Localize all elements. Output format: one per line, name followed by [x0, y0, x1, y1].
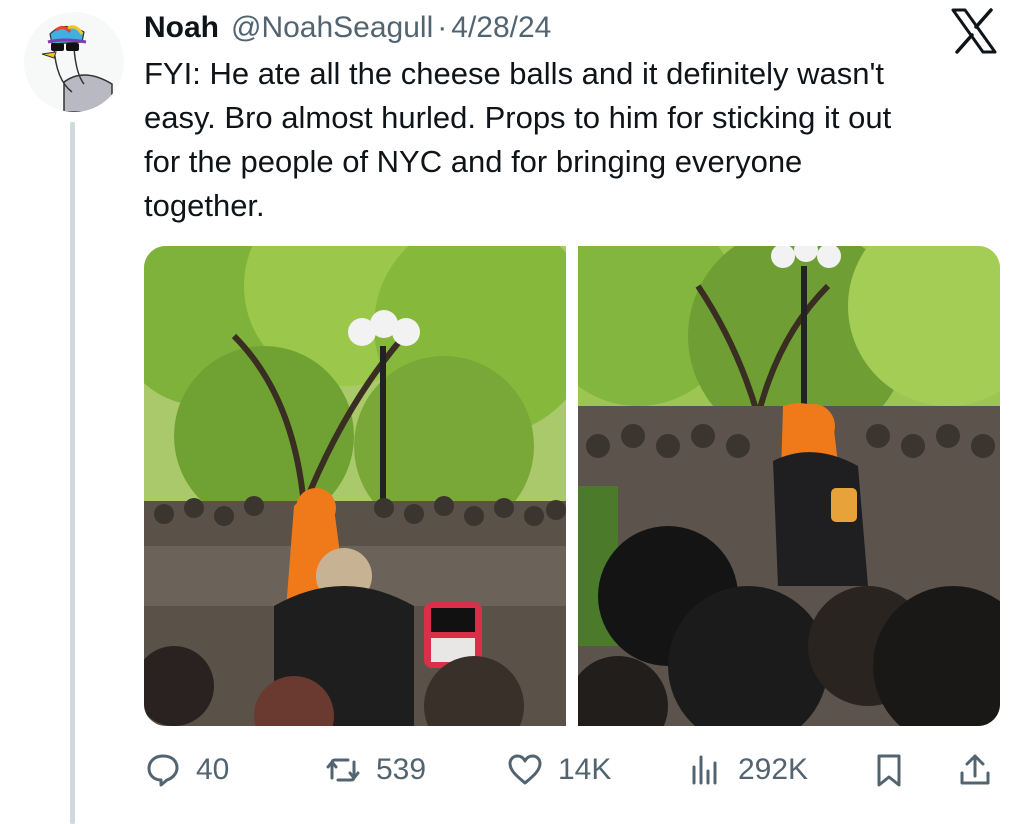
reply-button[interactable]: 40: [144, 748, 229, 792]
like-button[interactable]: 14K: [506, 748, 611, 792]
heart-icon: [508, 754, 542, 785]
bookmark-icon: [877, 754, 901, 787]
tweet-text-line: for the people of NYC and for bringing e…: [144, 144, 803, 179]
separator-dot: ·: [437, 11, 448, 44]
tweet-text-line: FYI: He ate all the cheese balls and it …: [144, 56, 884, 91]
avatar[interactable]: [24, 12, 124, 112]
media-grid: [144, 246, 1000, 726]
bookmark-button[interactable]: [870, 748, 908, 792]
tweet-date[interactable]: 4/28/24: [451, 11, 551, 45]
seagull-avatar-icon: [24, 12, 124, 112]
author-handle[interactable]: @NoahSeagull: [231, 11, 433, 45]
tweet-text-line: easy. Bro almost hurled. Props to him fo…: [144, 100, 892, 135]
thread-line: [70, 122, 75, 824]
photo-1[interactable]: [144, 246, 566, 726]
share-button[interactable]: [956, 748, 994, 792]
reply-icon: [147, 754, 179, 787]
action-bar: 40 539 14K 292K: [144, 748, 1000, 792]
tweet-text-line: together.: [144, 188, 265, 223]
tweet-header: Noah @NoahSeagull · 4/28/24: [144, 8, 551, 48]
like-count: 14K: [558, 753, 612, 786]
views-count: 292K: [738, 753, 809, 786]
retweet-count: 539: [376, 753, 427, 786]
reply-count: 40: [196, 753, 230, 786]
retweet-button[interactable]: 539: [324, 748, 426, 792]
tweet-text: FYI: He ate all the cheese balls and it …: [144, 52, 1014, 228]
author-name[interactable]: Noah: [144, 11, 219, 45]
photo-2[interactable]: [578, 246, 1000, 726]
retweet-icon: [326, 758, 360, 782]
x-logo-icon: [950, 8, 998, 54]
share-icon: [960, 754, 990, 785]
views-icon: [692, 755, 717, 785]
views-button[interactable]: 292K: [686, 748, 808, 792]
